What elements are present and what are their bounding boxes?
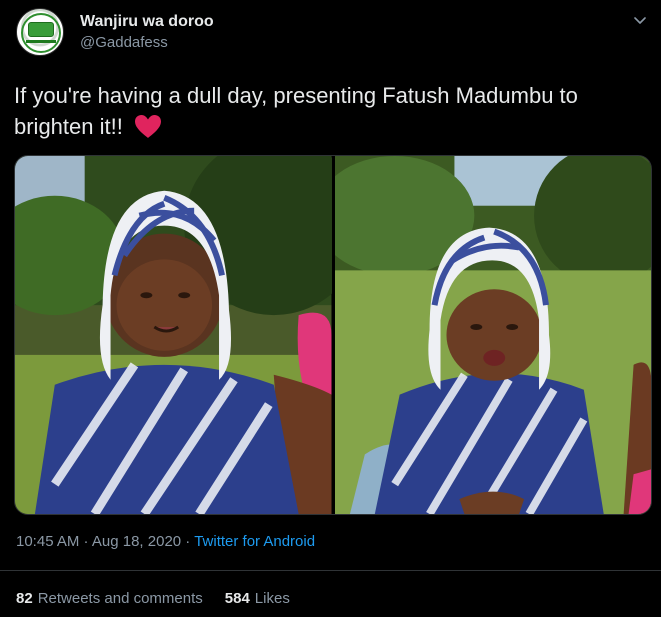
author-handle[interactable]: @Gaddafess <box>80 33 214 52</box>
avatar-logo-stripe <box>26 40 56 43</box>
tweet-stats: 82 Retweets and comments 584 Likes <box>16 590 290 607</box>
author-info[interactable]: Wanjiru wa doroo @Gaddafess <box>80 12 214 52</box>
tweet-meta: 10:45 AM · Aug 18, 2020 · Twitter for An… <box>16 533 315 550</box>
photo-left[interactable] <box>15 156 332 514</box>
photo-right[interactable] <box>334 156 651 514</box>
tweet-card: Wanjiru wa doroo @Gaddafess If you're ha… <box>0 0 661 617</box>
author-display-name[interactable]: Wanjiru wa doroo <box>80 12 214 31</box>
red-heart-icon <box>134 115 161 138</box>
baby-photo-right <box>334 156 651 514</box>
baby-photo-left <box>15 156 332 514</box>
divider <box>0 570 661 571</box>
chevron-down-icon[interactable] <box>632 12 648 28</box>
tweet-media[interactable] <box>14 155 652 515</box>
retweets-label: Retweets and comments <box>37 590 203 607</box>
retweets-stat[interactable]: 82 Retweets and comments <box>16 590 203 607</box>
tweet-text: If you're having a dull day, presenting … <box>14 80 654 142</box>
likes-label: Likes <box>254 590 290 607</box>
likes-count: 584 <box>224 590 250 607</box>
tweet-timestamp[interactable]: 10:45 AM · Aug 18, 2020 · <box>16 533 194 550</box>
tweet-text-content: If you're having a dull day, presenting … <box>14 83 578 139</box>
likes-stat[interactable]: 584 Likes <box>225 590 290 607</box>
author-avatar[interactable] <box>16 8 64 56</box>
avatar-logo-mark <box>28 22 54 37</box>
tweet-source-link[interactable]: Twitter for Android <box>194 533 315 550</box>
retweets-count: 82 <box>16 590 33 607</box>
